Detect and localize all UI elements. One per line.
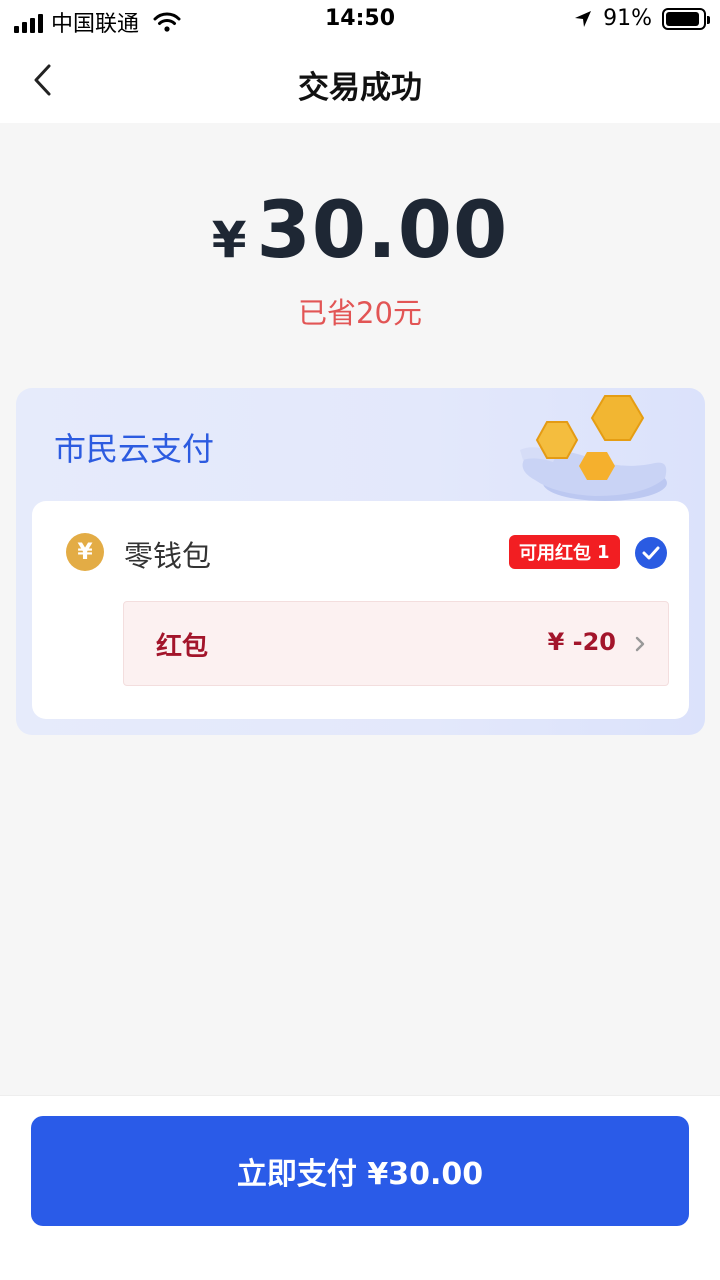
- red-packet-row[interactable]: 红包 ¥ -20: [123, 601, 669, 686]
- battery-fill: [666, 11, 699, 26]
- bottom-bar: 立即支付 ¥30.00: [0, 1095, 720, 1280]
- nav-bar: 交易成功: [0, 40, 720, 123]
- saved-text: 已省20元: [298, 296, 422, 330]
- red-packet-badge: 可用红包 1: [509, 535, 620, 569]
- yuan-coin-icon: ¥: [66, 533, 104, 571]
- payment-method-title: 市民云支付: [54, 430, 215, 468]
- location-arrow-icon: [575, 10, 592, 27]
- battery-icon: [662, 7, 710, 30]
- page-title: 交易成功: [298, 70, 422, 106]
- pay-now-button[interactable]: 立即支付 ¥30.00: [31, 1116, 689, 1226]
- currency-symbol: ¥: [211, 211, 247, 269]
- checkmark-icon: [642, 546, 660, 560]
- payment-amount: ¥ 30.00: [0, 186, 720, 276]
- selected-check-icon[interactable]: [635, 537, 667, 569]
- wallet-label: 零钱包: [124, 539, 212, 573]
- chevron-right-icon: [635, 636, 645, 652]
- status-bar: 中国联通 14:50 91%: [0, 0, 720, 40]
- badge-count: 1: [597, 541, 610, 563]
- red-packet-amount: ¥ -20: [547, 628, 616, 656]
- battery-percent: 91%: [603, 6, 652, 31]
- badge-text: 可用红包: [519, 543, 591, 564]
- wallet-option[interactable]: ¥ 零钱包 可用红包 1 红包 ¥ -20: [32, 501, 689, 719]
- payment-method-card: 市民云支付 ¥ 零钱包 可用红包 1 红包 ¥ -20: [16, 388, 705, 735]
- red-packet-label: 红包: [156, 632, 209, 662]
- status-right: 91%: [573, 6, 710, 31]
- amount-value: 30.00: [256, 186, 509, 276]
- hand-coins-illustration: [520, 395, 667, 501]
